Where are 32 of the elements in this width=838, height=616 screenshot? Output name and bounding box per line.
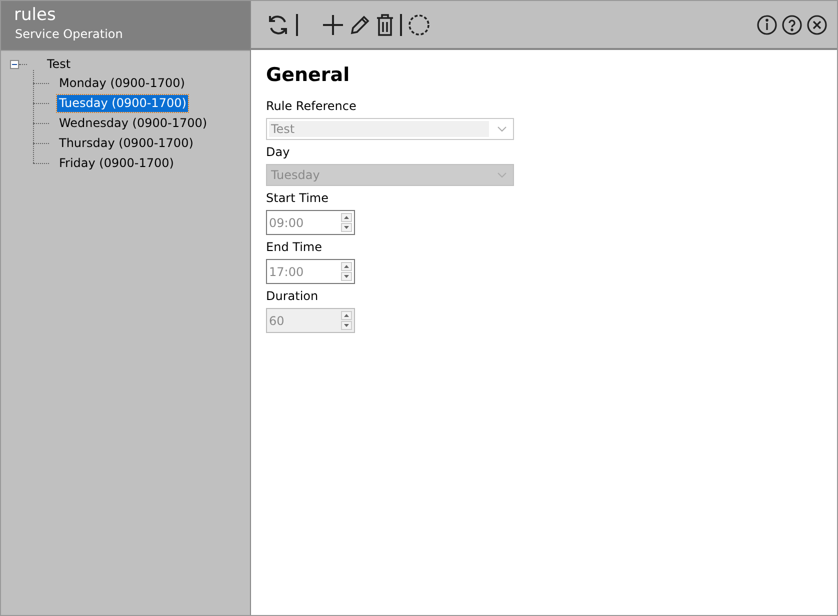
tree-item[interactable]: Test bbox=[45, 56, 73, 72]
tree-item[interactable]: Tuesday (0900-1700) bbox=[57, 94, 188, 112]
spin-up-icon[interactable] bbox=[341, 213, 352, 222]
spin-up-icon[interactable] bbox=[341, 262, 352, 271]
section-heading: General bbox=[266, 64, 351, 86]
field-label: Day bbox=[266, 144, 290, 160]
field-label: End Time bbox=[266, 239, 322, 255]
close-icon[interactable] bbox=[807, 14, 827, 34]
add-icon[interactable] bbox=[322, 14, 344, 36]
field-label: Duration bbox=[266, 288, 318, 304]
help-icon[interactable] bbox=[782, 14, 802, 34]
collapse-toggle[interactable] bbox=[10, 60, 19, 68]
field-label: Rule Reference bbox=[266, 98, 356, 114]
info-icon[interactable] bbox=[757, 14, 777, 34]
tree-item[interactable]: Friday (0900-1700) bbox=[57, 154, 176, 172]
tree-item[interactable]: Thursday (0900-1700) bbox=[57, 134, 196, 152]
app-title: rules bbox=[14, 5, 56, 25]
field-label: Start Time bbox=[266, 190, 328, 206]
tree-item[interactable]: Monday (0900-1700) bbox=[57, 74, 187, 92]
dashed-circle-icon[interactable] bbox=[408, 14, 430, 36]
chevron-down-icon bbox=[497, 126, 507, 132]
trash-icon[interactable] bbox=[376, 14, 394, 36]
refresh-icon[interactable] bbox=[266, 12, 290, 36]
app-subtitle: Service Operation bbox=[14, 27, 123, 41]
spin-down-icon[interactable] bbox=[341, 272, 352, 281]
dropdown[interactable]: Test bbox=[266, 118, 514, 140]
pencil-icon[interactable] bbox=[349, 14, 371, 36]
tree-item[interactable]: Wednesday (0900-1700) bbox=[57, 114, 210, 132]
spinner-field[interactable]: 09:00 bbox=[266, 210, 355, 235]
chevron-down-icon bbox=[497, 172, 507, 178]
spinner-field[interactable]: 17:00 bbox=[266, 259, 355, 284]
spin-down-icon[interactable] bbox=[341, 223, 352, 232]
